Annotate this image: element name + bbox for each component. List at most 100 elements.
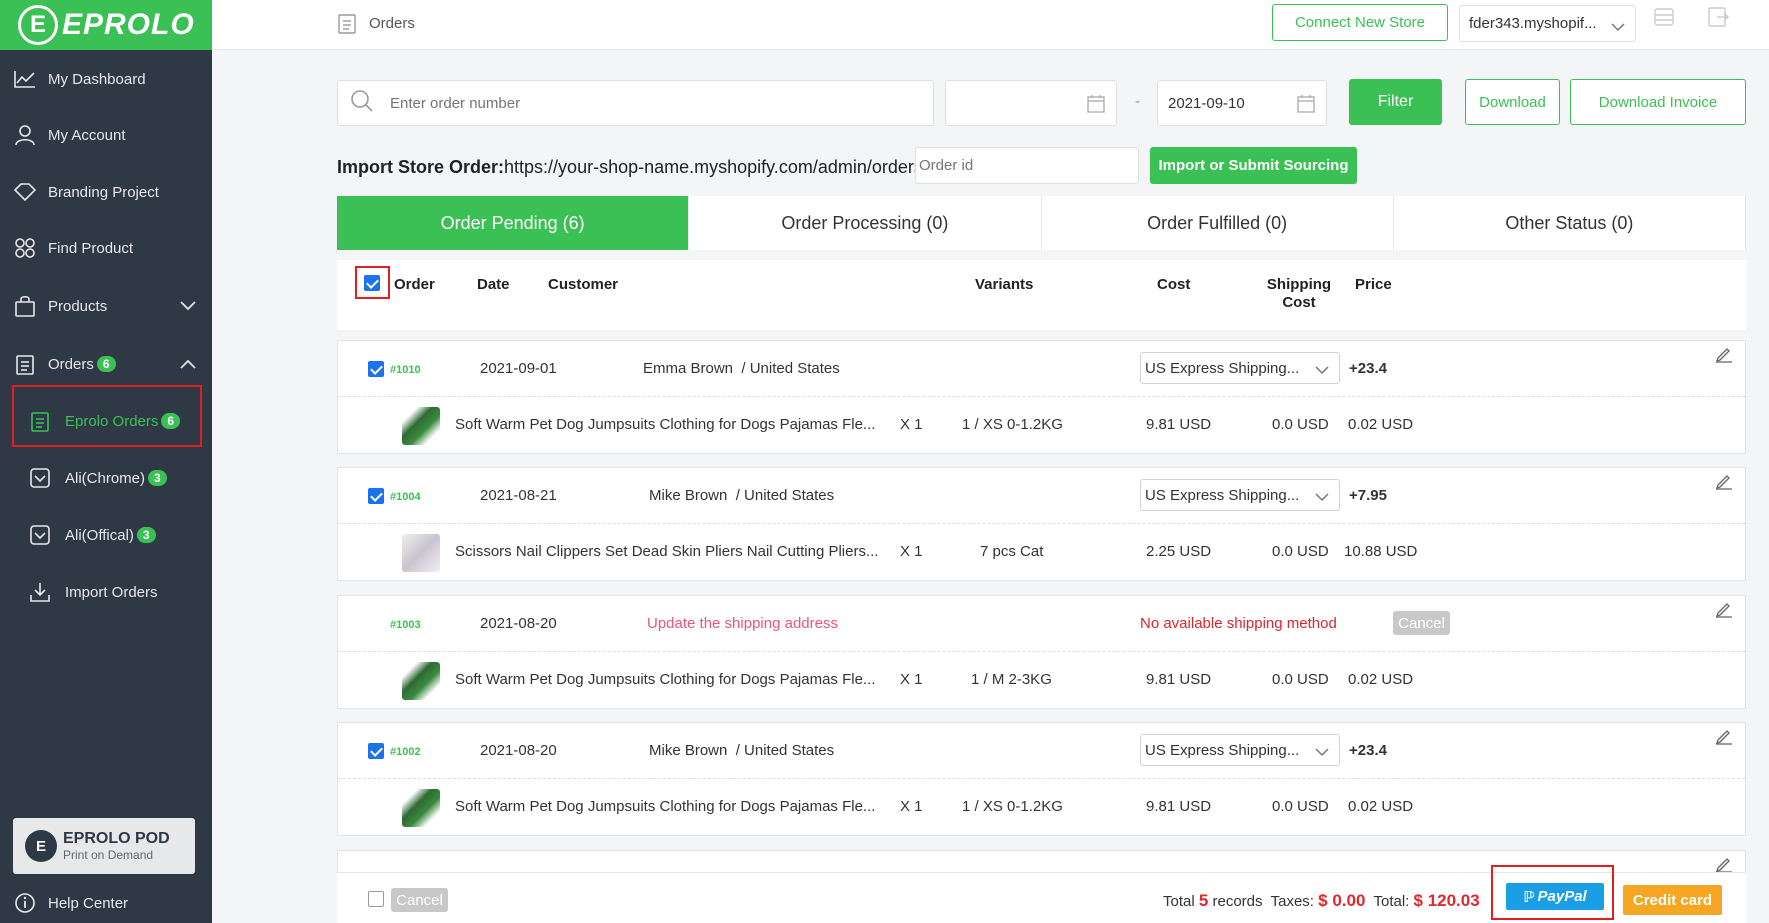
order-date: 2021-08-20 [480, 615, 557, 632]
profit-value: +7.95 [1349, 487, 1387, 504]
order-date: 2021-09-01 [480, 360, 557, 377]
shipping-method-value: US Express Shipping... [1145, 486, 1300, 504]
breadcrumb: Orders [369, 15, 415, 32]
paypal-button[interactable]: ℙ PayPal [1506, 883, 1604, 910]
sidebar-item-import-orders[interactable]: Import Orders [0, 572, 212, 612]
date-separator: - [1135, 93, 1140, 110]
product-quantity: X 1 [900, 416, 923, 433]
product-title[interactable]: Soft Warm Pet Dog Jumpsuits Clothing for… [455, 798, 875, 815]
order-card: #1002 2021-08-20 Mike Brown / United Sta… [337, 722, 1746, 836]
order-id[interactable]: #1010 [390, 364, 421, 376]
shipping-cost: 0.0 USD [1272, 543, 1329, 560]
sidebar-item-help-center[interactable]: Help Center [0, 883, 212, 923]
database-icon[interactable] [1652, 5, 1676, 33]
product-thumbnail[interactable] [402, 662, 440, 700]
shipping-method-select[interactable]: US Express Shipping... [1140, 352, 1340, 384]
product-quantity: X 1 [900, 798, 923, 815]
order-checkbox[interactable] [368, 488, 384, 504]
sidebar-item-dashboard[interactable]: My Dashboard [0, 59, 212, 99]
store-select[interactable]: fder343.myshopif... [1459, 5, 1636, 42]
download-icon [27, 579, 53, 605]
column-header-price: Price [1355, 276, 1392, 293]
select-all-footer-checkbox[interactable] [368, 891, 384, 907]
order-search-box[interactable] [337, 80, 934, 126]
sidebar-item-find-product[interactable]: Find Product [0, 228, 212, 268]
search-icon [350, 89, 374, 117]
sidebar: E EPROLO My Dashboard My Account Brandin… [0, 0, 212, 923]
tab-order-pending[interactable]: Order Pending (6) [337, 196, 690, 250]
customer-link[interactable]: Mike Brown / United States [649, 487, 834, 504]
product-cost: 2.25 USD [1146, 543, 1212, 560]
pod-title: EPROLO POD [63, 830, 170, 847]
sidebar-item-ali-offical[interactable]: Ali(Offical) 3 [0, 515, 212, 555]
shipping-method-value: US Express Shipping... [1145, 741, 1300, 759]
download-button[interactable]: Download [1465, 79, 1560, 125]
edit-icon[interactable] [1715, 472, 1733, 494]
product-title[interactable]: Soft Warm Pet Dog Jumpsuits Clothing for… [455, 671, 875, 688]
product-title[interactable]: Scissors Nail Clippers Set Dead Skin Pli… [455, 543, 878, 560]
date-to-field[interactable]: 2021-09-10 [1157, 80, 1327, 126]
sidebar-item-account[interactable]: My Account [0, 115, 212, 155]
grid-icon [12, 235, 38, 261]
product-thumbnail[interactable] [402, 789, 440, 827]
product-quantity: X 1 [900, 543, 923, 560]
customer-link[interactable]: Mike Brown / United States [649, 742, 834, 759]
order-summary-row: #1010 2021-09-01 Emma Brown / United Sta… [338, 341, 1745, 397]
import-submit-sourcing-button[interactable]: Import or Submit Sourcing [1150, 147, 1357, 184]
total-value: $ 120.03 [1413, 891, 1480, 910]
bulk-cancel-button[interactable]: Cancel [391, 888, 448, 912]
download-invoice-button[interactable]: Download Invoice [1570, 79, 1746, 125]
order-id-field[interactable] [915, 147, 1139, 184]
order-id[interactable]: #1003 [390, 619, 421, 631]
order-checkbox[interactable] [368, 361, 384, 377]
ali-offical-badge: 3 [136, 527, 156, 543]
product-title[interactable]: Soft Warm Pet Dog Jumpsuits Clothing for… [455, 416, 875, 433]
credit-card-button[interactable]: Credit card [1623, 885, 1722, 915]
product-thumbnail[interactable] [402, 407, 440, 445]
sidebar-item-label: Find Product [48, 239, 134, 257]
date-from-field[interactable] [945, 80, 1117, 126]
sidebar-item-label: Branding Project [48, 183, 159, 201]
column-header-variants: Variants [975, 276, 1034, 293]
column-header-customer: Customer [548, 276, 619, 293]
import-label: Import Store Order: [337, 157, 505, 177]
update-shipping-address-link[interactable]: Update the shipping address [647, 615, 838, 632]
date-to-value: 2021-09-10 [1168, 94, 1245, 112]
product-thumbnail[interactable] [402, 534, 440, 572]
order-summary-row: #1003 2021-08-20 Update the shipping add… [338, 596, 1745, 652]
pod-logo-icon: E [25, 830, 57, 862]
sidebar-item-products[interactable]: Products [0, 286, 212, 326]
paypal-icon: ℙ [1523, 888, 1535, 906]
cancel-order-button[interactable]: Cancel [1393, 611, 1450, 635]
tab-order-fulfilled[interactable]: Order Fulfilled (0) [1042, 196, 1394, 250]
order-id[interactable]: #1002 [390, 746, 421, 758]
order-checkbox[interactable] [368, 743, 384, 759]
sidebar-item-orders[interactable]: Orders 6 [0, 344, 212, 384]
shipping-cost: 0.0 USD [1272, 416, 1329, 433]
eprolo-pod-banner[interactable]: E EPROLO POD Print on Demand [13, 818, 195, 874]
tab-other-status[interactable]: Other Status (0) [1394, 196, 1746, 250]
profit-value: +23.4 [1349, 742, 1387, 759]
eprolo-logo[interactable]: E EPROLO [0, 0, 212, 50]
filter-button[interactable]: Filter [1349, 79, 1442, 125]
select-all-checkbox[interactable] [364, 275, 380, 291]
orders-count-badge: 6 [96, 356, 116, 372]
sidebar-item-ali-chrome[interactable]: Ali(Chrome) 3 [0, 458, 212, 498]
connect-new-store-button[interactable]: Connect New Store [1272, 4, 1448, 41]
customer-name: Emma Brown [643, 360, 734, 377]
edit-icon[interactable] [1715, 345, 1733, 367]
tab-order-processing[interactable]: Order Processing (0) [689, 196, 1042, 250]
product-cost: 9.81 USD [1146, 416, 1212, 433]
customer-country: / United States [735, 487, 835, 504]
customer-link[interactable]: Emma Brown / United States [643, 360, 840, 377]
shipping-method-select[interactable]: US Express Shipping... [1140, 479, 1340, 511]
order-id-input[interactable] [919, 157, 1129, 174]
logout-icon[interactable] [1706, 5, 1730, 33]
order-search-input[interactable] [390, 94, 890, 112]
sidebar-item-branding[interactable]: Branding Project [0, 172, 212, 212]
order-id[interactable]: #1004 [390, 491, 421, 503]
shipping-method-select[interactable]: US Express Shipping... [1140, 734, 1340, 766]
edit-icon[interactable] [1715, 727, 1733, 749]
edit-icon[interactable] [1715, 600, 1733, 622]
chevron-up-icon [180, 356, 196, 373]
